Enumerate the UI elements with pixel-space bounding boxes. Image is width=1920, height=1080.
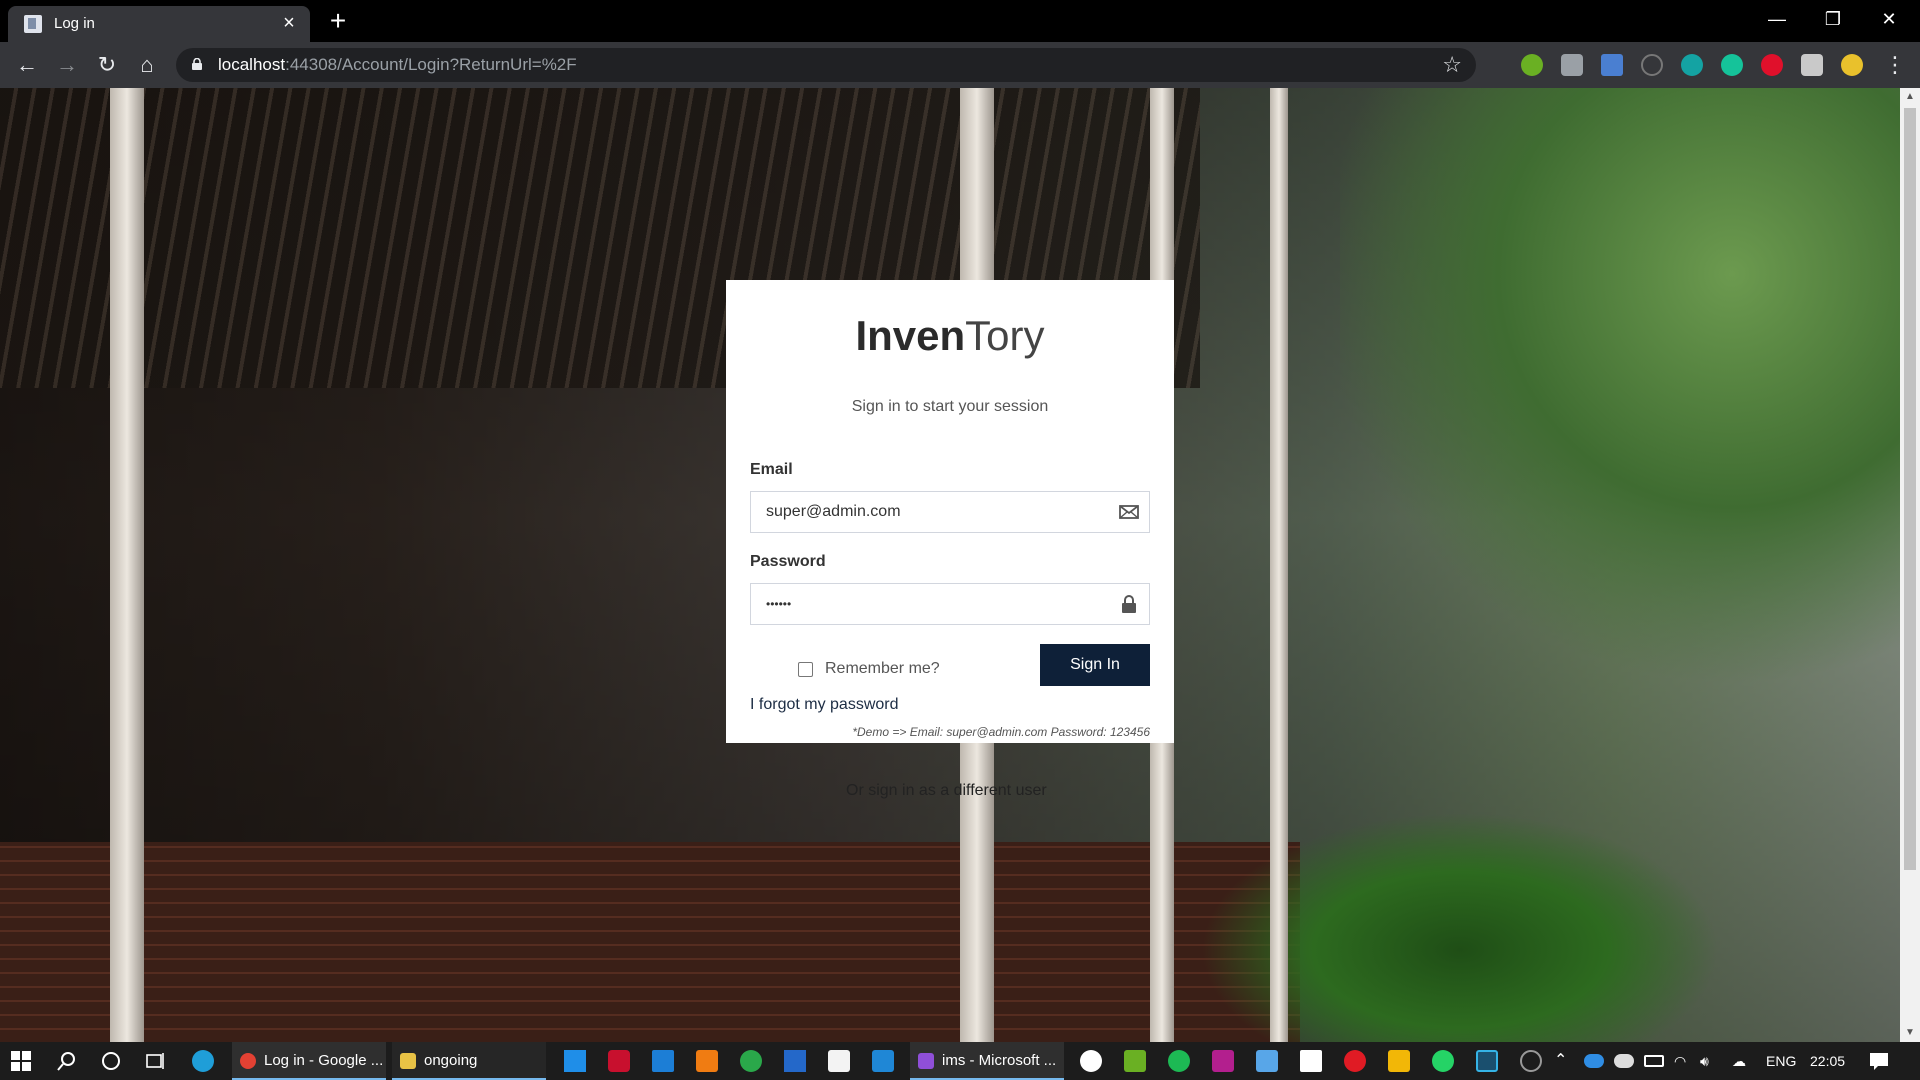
login-message: Sign in to start your session bbox=[851, 398, 1049, 415]
upload-cloud-icon[interactable]: ☁ bbox=[1732, 1042, 1746, 1080]
window-restore-button[interactable]: ❐ bbox=[1808, 0, 1858, 38]
background-floor bbox=[0, 842, 1300, 1042]
extension-screenshot-icon[interactable] bbox=[1561, 54, 1583, 76]
profile-avatar[interactable] bbox=[1841, 54, 1863, 76]
page-favicon-icon bbox=[24, 15, 42, 33]
browser-toolbar: ← → ↻ ⌂ localhost:44308/Account/Login?Re… bbox=[0, 42, 1920, 88]
browser-menu-icon[interactable]: ⋮ bbox=[1880, 50, 1910, 80]
app-gray-icon[interactable] bbox=[1520, 1050, 1542, 1072]
forward-button[interactable]: → bbox=[52, 50, 82, 80]
password-field-wrapper bbox=[750, 583, 1150, 625]
window-minimize-button[interactable]: — bbox=[1752, 0, 1802, 38]
lock-icon bbox=[1122, 595, 1136, 613]
vscode-icon[interactable] bbox=[872, 1050, 894, 1072]
extension-calendar-icon[interactable] bbox=[1601, 54, 1623, 76]
app-record-icon[interactable] bbox=[1344, 1050, 1366, 1072]
app-blue-icon[interactable] bbox=[784, 1050, 806, 1072]
extensions-puzzle-icon[interactable] bbox=[1801, 54, 1823, 76]
extension-plus-icon[interactable] bbox=[1521, 54, 1543, 76]
window-close-button[interactable]: ✕ bbox=[1864, 0, 1914, 38]
wifi-icon[interactable]: ◠ bbox=[1674, 1042, 1686, 1080]
demo-credentials-note: *Demo => Email: super@admin.com Password… bbox=[852, 725, 1150, 739]
extension-braces-icon[interactable] bbox=[1641, 54, 1663, 76]
password-label: Password bbox=[750, 553, 826, 570]
taskbar-chrome-app[interactable]: Log in - Google ... bbox=[232, 1042, 386, 1080]
scroll-up-icon[interactable]: ▲ bbox=[1900, 88, 1920, 106]
forgot-password-link[interactable]: I forgot my password bbox=[750, 696, 899, 714]
remember-me[interactable]: Remember me? bbox=[798, 660, 940, 678]
app-white-icon[interactable] bbox=[1080, 1050, 1102, 1072]
new-tab-button[interactable]: + bbox=[323, 6, 353, 36]
password-input[interactable] bbox=[751, 584, 1111, 624]
remember-me-checkbox[interactable] bbox=[798, 661, 813, 677]
address-bar[interactable]: localhost:44308/Account/Login?ReturnUrl=… bbox=[176, 48, 1476, 82]
sign-in-button[interactable]: Sign In bbox=[1040, 644, 1150, 686]
mail-icon[interactable] bbox=[652, 1050, 674, 1072]
folder-icon bbox=[400, 1053, 416, 1070]
reload-button[interactable]: ↻ bbox=[92, 50, 122, 80]
tab-title: Log in bbox=[54, 15, 95, 32]
scrollbar-thumb[interactable] bbox=[1904, 108, 1916, 870]
page-scrollbar[interactable]: ▲ ▼ bbox=[1900, 88, 1920, 1042]
tray-chevron-icon[interactable]: ⌃ bbox=[1554, 1042, 1567, 1080]
email-field-wrapper bbox=[750, 491, 1150, 533]
battery-icon[interactable] bbox=[1644, 1055, 1664, 1067]
background-pillar bbox=[1270, 88, 1288, 1042]
extension-grammarly-icon[interactable] bbox=[1721, 54, 1743, 76]
cloud-icon[interactable] bbox=[1614, 1054, 1634, 1068]
app-cube-icon[interactable] bbox=[1256, 1050, 1278, 1072]
cortana-icon[interactable] bbox=[100, 1050, 122, 1072]
remember-me-label: Remember me? bbox=[825, 660, 940, 677]
mcafee-icon[interactable] bbox=[608, 1050, 630, 1072]
background-trees bbox=[1340, 88, 1900, 708]
chrome-icon bbox=[240, 1053, 256, 1070]
app-green-icon[interactable] bbox=[740, 1050, 762, 1072]
tab-close-icon[interactable]: × bbox=[278, 12, 300, 34]
sublime-icon[interactable] bbox=[696, 1050, 718, 1072]
app-logo: InvenTory bbox=[855, 312, 1045, 359]
envelope-icon bbox=[1119, 505, 1139, 519]
app-yellow-icon[interactable] bbox=[1388, 1050, 1410, 1072]
background-pillar bbox=[110, 88, 144, 1042]
search-icon[interactable] bbox=[56, 1050, 78, 1072]
login-card: InvenTory Sign in to start your session … bbox=[726, 280, 1174, 743]
browser-tab-strip: Log in × + — ❐ ✕ bbox=[0, 0, 1920, 42]
extension-stop-icon[interactable] bbox=[1761, 54, 1783, 76]
app-purple-icon[interactable] bbox=[1212, 1050, 1234, 1072]
taskbar-visual-studio-app[interactable]: ims - Microsoft ... bbox=[910, 1042, 1064, 1080]
notion-icon[interactable] bbox=[1300, 1050, 1322, 1072]
notifications-icon[interactable] bbox=[1868, 1050, 1890, 1072]
app-l-icon[interactable] bbox=[564, 1050, 586, 1072]
whatsapp-icon[interactable] bbox=[1432, 1050, 1454, 1072]
windows-start-icon[interactable] bbox=[10, 1050, 32, 1072]
scroll-down-icon[interactable]: ▼ bbox=[1900, 1024, 1920, 1042]
different-user-link[interactable]: Or sign in as a different user bbox=[846, 782, 1047, 800]
visual-studio-icon bbox=[918, 1053, 934, 1070]
browser-tab[interactable]: Log in × bbox=[8, 6, 310, 42]
spotify-icon[interactable] bbox=[1168, 1050, 1190, 1072]
bookmark-star-icon[interactable]: ☆ bbox=[1442, 52, 1462, 78]
onedrive-icon[interactable] bbox=[1584, 1054, 1604, 1068]
email-label: Email bbox=[750, 461, 793, 478]
clock[interactable]: 22:05 bbox=[1810, 1042, 1845, 1080]
extension-m-icon[interactable] bbox=[1681, 54, 1703, 76]
edge-icon[interactable] bbox=[192, 1050, 214, 1072]
email-input[interactable] bbox=[751, 492, 1111, 532]
language-indicator[interactable]: ENG bbox=[1766, 1042, 1796, 1080]
back-button[interactable]: ← bbox=[12, 50, 42, 80]
lightroom-icon[interactable] bbox=[1476, 1050, 1498, 1072]
home-button[interactable]: ⌂ bbox=[132, 50, 162, 80]
task-view-icon[interactable] bbox=[144, 1050, 166, 1072]
url-text: localhost:44308/Account/Login?ReturnUrl=… bbox=[218, 55, 577, 74]
windows-taskbar: Log in - Google ... ongoing ims - Micros… bbox=[0, 1042, 1920, 1080]
app-android-icon[interactable] bbox=[1124, 1050, 1146, 1072]
lock-icon bbox=[192, 58, 202, 70]
taskbar-folder-app[interactable]: ongoing bbox=[392, 1042, 546, 1080]
store-icon[interactable] bbox=[828, 1050, 850, 1072]
volume-icon[interactable]: 🔊︎ bbox=[1700, 1042, 1709, 1080]
